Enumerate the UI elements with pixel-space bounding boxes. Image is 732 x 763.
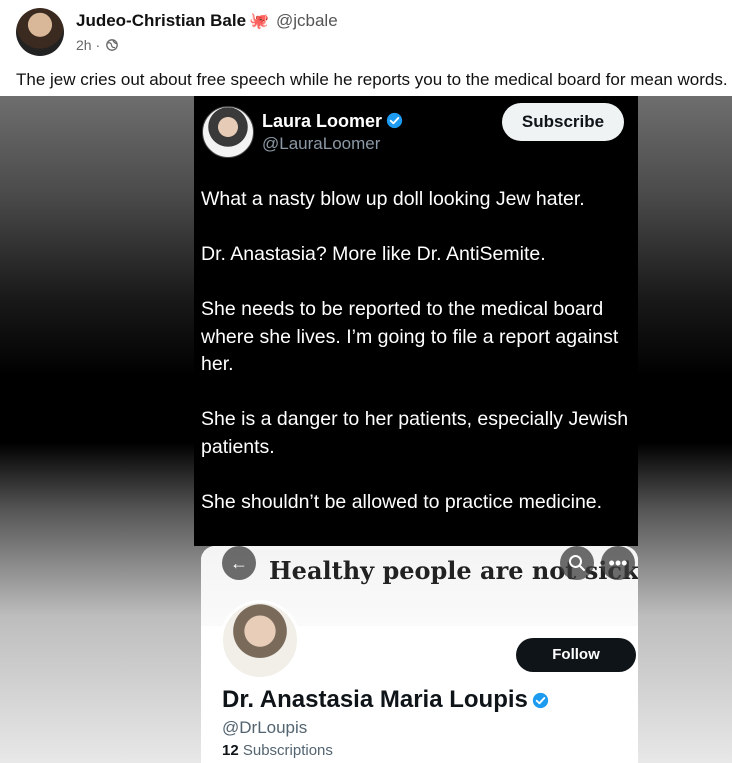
post-header: Judeo-Christian Bale 🐙 @jcbale 2h · [16,8,716,56]
verified-badge-icon [532,692,549,709]
author-handle[interactable]: @jcbale [276,11,338,30]
profile-handle: @DrLoupis [222,718,308,737]
back-arrow-icon: ← [222,546,256,580]
tweet-author-name: Laura Loomer [262,111,403,132]
profile-avatar [220,600,300,680]
tweet-body: What a nasty blow up doll looking Jew ha… [201,186,636,544]
post-time[interactable]: 2h [76,37,92,53]
tweet-screenshot: Laura Loomer @LauraLoomer Subscribe What… [194,96,638,546]
subscriptions-count: 12 [222,742,239,759]
follow-button: Follow [516,638,636,672]
profile-subscriptions: 12 Subscriptions [222,742,333,759]
verified-badge-icon [386,112,403,129]
tweet-paragraph: What a nasty blow up doll looking Jew ha… [201,188,585,210]
globe-icon [106,39,118,51]
profile-screenshot: Healthy people are not sick ← ••• Follow… [201,546,638,763]
tweet-paragraph: She is a danger to her patients, especia… [201,408,629,458]
subscribe-button: Subscribe [502,103,624,141]
search-icon [560,546,594,580]
tweet-paragraph: She needs to be reported to the medical … [201,298,619,375]
meta-separator: · [95,37,101,53]
post-media[interactable]: Laura Loomer @LauraLoomer Subscribe What… [0,96,732,763]
tweet-paragraph: She shouldn’t be allowed to practice med… [201,490,603,513]
post-meta: 2h · [76,37,118,53]
author-avatar[interactable] [16,8,64,56]
tweet-author-name-text: Laura Loomer [262,111,383,131]
octopus-icon: 🐙 [249,13,269,30]
profile-name: Dr. Anastasia Maria Loupis [222,686,549,714]
more-options-icon: ••• [601,546,635,580]
tweet-author-handle: @LauraLoomer [262,134,381,153]
tweet-author-avatar [202,106,254,158]
author-line: Judeo-Christian Bale 🐙 @jcbale [76,11,338,31]
tweet-paragraph: Dr. Anastasia? More like Dr. AntiSemite. [201,243,546,265]
profile-name-text: Dr. Anastasia Maria Loupis [222,686,528,713]
author-name[interactable]: Judeo-Christian Bale [76,11,246,30]
post-text: The jew cries out about free speech whil… [16,70,728,89]
subscriptions-label: Subscriptions [242,742,333,759]
